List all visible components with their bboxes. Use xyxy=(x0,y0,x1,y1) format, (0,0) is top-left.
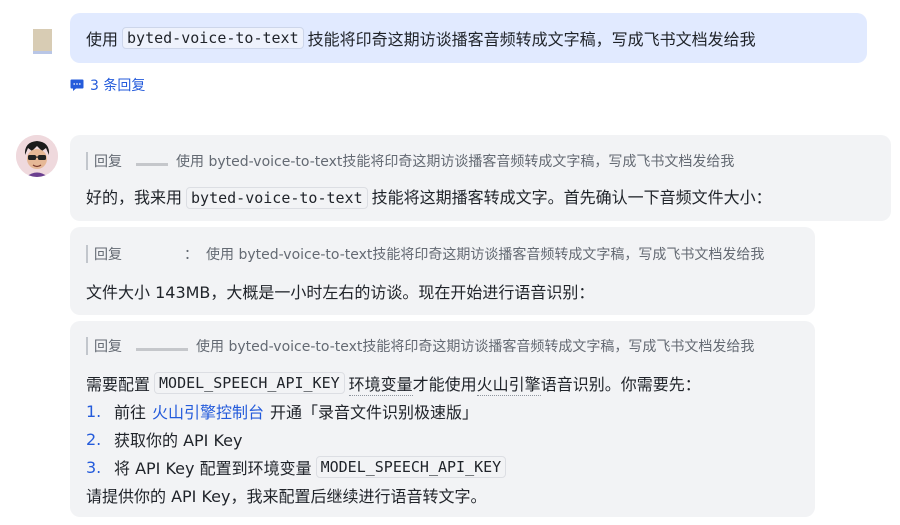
reply-quote: 回复 ： 使用 byted-voice-to-text技能将印奇这期访谈播客音频… xyxy=(86,245,799,263)
bot-avatar[interactable] xyxy=(16,135,58,177)
message-line-1: 需要配置 MODEL_SPEECH_API_KEY 环境变量 才能使用 火山引擎 语音识别… xyxy=(86,369,799,397)
bot-avatar-image xyxy=(16,135,58,177)
bot-message-3: 回复 使用 byted-voice-to-text技能将印奇这期访谈播客音频转成… xyxy=(70,321,815,517)
list-number: 1. xyxy=(86,401,102,421)
quote-author-redacted xyxy=(136,342,188,351)
message-text-after: 技能将这期播客转成文字。首先确认一下音频文件大小： xyxy=(371,188,772,207)
quote-text: 使用 byted-voice-to-text技能将印奇这期访谈播客音频转成文字稿… xyxy=(176,154,735,170)
message-closing: 请提供你的 API Key，我来配置后继续进行语音转文字。 xyxy=(86,487,487,506)
quote-text: 使用 byted-voice-to-text技能将印奇这期访谈播客音频转成文字稿… xyxy=(206,247,765,263)
list-number: 3. xyxy=(86,457,102,477)
quote-author-redacted xyxy=(136,157,168,166)
quote-label: 回复 xyxy=(94,154,122,170)
message-text: 文件大小 143MB，大概是一小时左右的访谈。现在开始进行语音识别： xyxy=(86,283,595,302)
user-message-prefix: 使用 xyxy=(86,30,119,49)
quote-label: 回复 xyxy=(94,247,122,263)
env-var-code: MODEL_SPEECH_API_KEY xyxy=(315,456,507,478)
quote-author-redacted xyxy=(136,249,184,259)
user-message-suffix: 技能将印奇这期访谈播客音频转成文字稿，写成飞书文档发给我 xyxy=(307,30,756,49)
reply-quote: 回复 使用 byted-voice-to-text技能将印奇这期访谈播客音频转成… xyxy=(86,337,799,355)
user-message-bubble: 使用 byted-voice-to-text 技能将印奇这期访谈播客音频转成文字… xyxy=(70,13,867,63)
env-var-term[interactable]: 环境变量 xyxy=(348,371,413,396)
thread-replies-link[interactable]: 3 条回复 xyxy=(70,75,145,95)
quote-colon: ： xyxy=(184,247,198,263)
step-text: 将 API Key 配置到环境变量 xyxy=(114,459,312,478)
console-link[interactable]: 火山引擎控制台 xyxy=(152,399,264,423)
steps-list: 1. 前往 火山引擎控制台 开通「录音文件识别极速版」 2. 获取你的 API … xyxy=(86,397,799,481)
line1-text: 需要配置 xyxy=(86,375,151,394)
list-item: 2. 获取你的 API Key xyxy=(86,425,799,453)
step-text: 开通「录音文件识别极速版」 xyxy=(270,403,479,422)
list-item: 1. 前往 火山引擎控制台 开通「录音文件识别极速版」 xyxy=(86,397,799,425)
comment-icon xyxy=(70,79,84,91)
reply-quote: 回复 使用 byted-voice-to-text技能将印奇这期访谈播客音频转成… xyxy=(86,152,875,170)
reply-count: 3 条回复 xyxy=(90,78,146,94)
skill-name-code: byted-voice-to-text xyxy=(186,187,368,209)
bot-message-2: 回复 ： 使用 byted-voice-to-text技能将印奇这期访谈播客音频… xyxy=(70,227,815,315)
step-text: 前往 xyxy=(114,403,147,422)
line1-text: 语音识别。你需要先： xyxy=(540,375,701,394)
list-number: 2. xyxy=(86,429,102,449)
bot-message-1: 回复 使用 byted-voice-to-text技能将印奇这期访谈播客音频转成… xyxy=(70,135,891,221)
step-text: 获取你的 API Key xyxy=(114,431,243,450)
env-var-code: MODEL_SPEECH_API_KEY xyxy=(154,372,345,394)
volcengine-term[interactable]: 火山引擎 xyxy=(476,371,541,396)
skill-name-code: byted-voice-to-text xyxy=(122,27,304,49)
line1-text: 才能使用 xyxy=(412,375,477,394)
message-text-before: 好的，我来用 xyxy=(86,188,183,207)
user-avatar[interactable] xyxy=(33,29,52,54)
list-item: 3. 将 API Key 配置到环境变量 MODEL_SPEECH_API_KE… xyxy=(86,453,799,481)
quote-label: 回复 xyxy=(94,339,122,355)
message-text: 好的，我来用 byted-voice-to-text 技能将这期播客转成文字。首先确… xyxy=(86,184,875,209)
quote-text: 使用 byted-voice-to-text技能将印奇这期访谈播客音频转成文字稿… xyxy=(196,339,755,355)
